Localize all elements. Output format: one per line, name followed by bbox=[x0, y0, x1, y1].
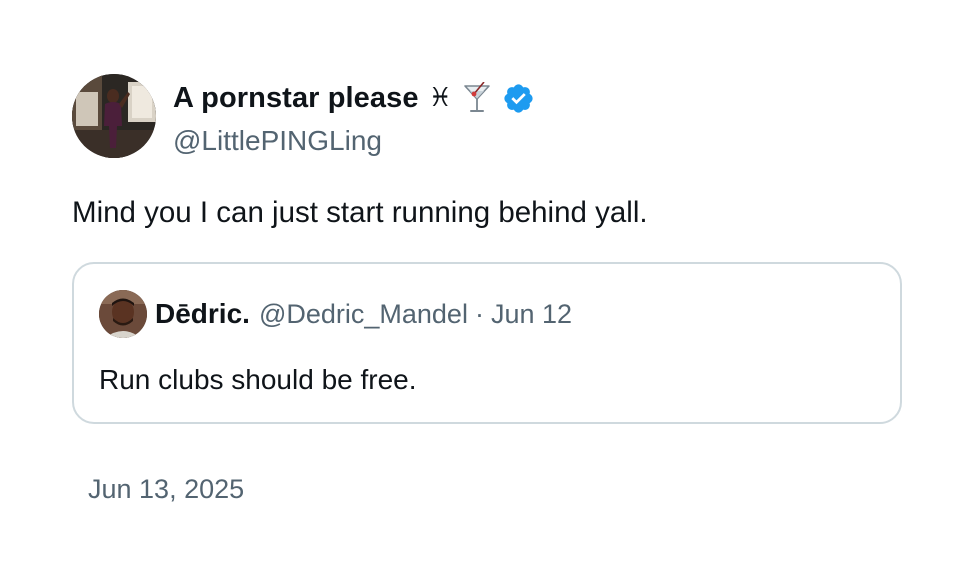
quoted-author-display-name[interactable]: Dēdric. bbox=[155, 298, 250, 330]
verified-badge-icon bbox=[502, 82, 535, 115]
quoted-tweet-card[interactable]: Dēdric. @Dedric_Mandel · Jun 12 Run club… bbox=[72, 262, 902, 424]
quoted-tweet-text: Run clubs should be free. bbox=[99, 364, 417, 395]
tweet-card: A pornstar please ♓ @LittlePINGLing Mind… bbox=[0, 0, 970, 584]
quoted-tweet-header: Dēdric. @Dedric_Mandel · Jun 12 bbox=[99, 290, 572, 338]
pisces-emoji-icon: ♓ bbox=[428, 83, 452, 113]
quoted-author-avatar[interactable] bbox=[99, 290, 147, 338]
author-avatar[interactable] bbox=[72, 74, 156, 158]
cocktail-glass-emoji-icon bbox=[462, 81, 492, 114]
tweet-text: Mind you I can just start running behind… bbox=[72, 196, 648, 229]
tweet-timestamp[interactable]: Jun 13, 2025 bbox=[88, 474, 244, 505]
author-handle[interactable]: @LittlePINGLing bbox=[173, 125, 382, 157]
quoted-avatar-photo-icon bbox=[99, 290, 147, 338]
author-display-name[interactable]: A pornstar please bbox=[173, 82, 419, 115]
quoted-author-handle[interactable]: @Dedric_Mandel bbox=[259, 299, 468, 330]
quoted-tweet-date[interactable]: Jun 12 bbox=[491, 299, 572, 330]
author-avatar-photo-icon bbox=[72, 74, 156, 158]
quoted-meta-separator: · bbox=[474, 298, 484, 329]
author-name-row: A pornstar please ♓ bbox=[173, 78, 535, 118]
